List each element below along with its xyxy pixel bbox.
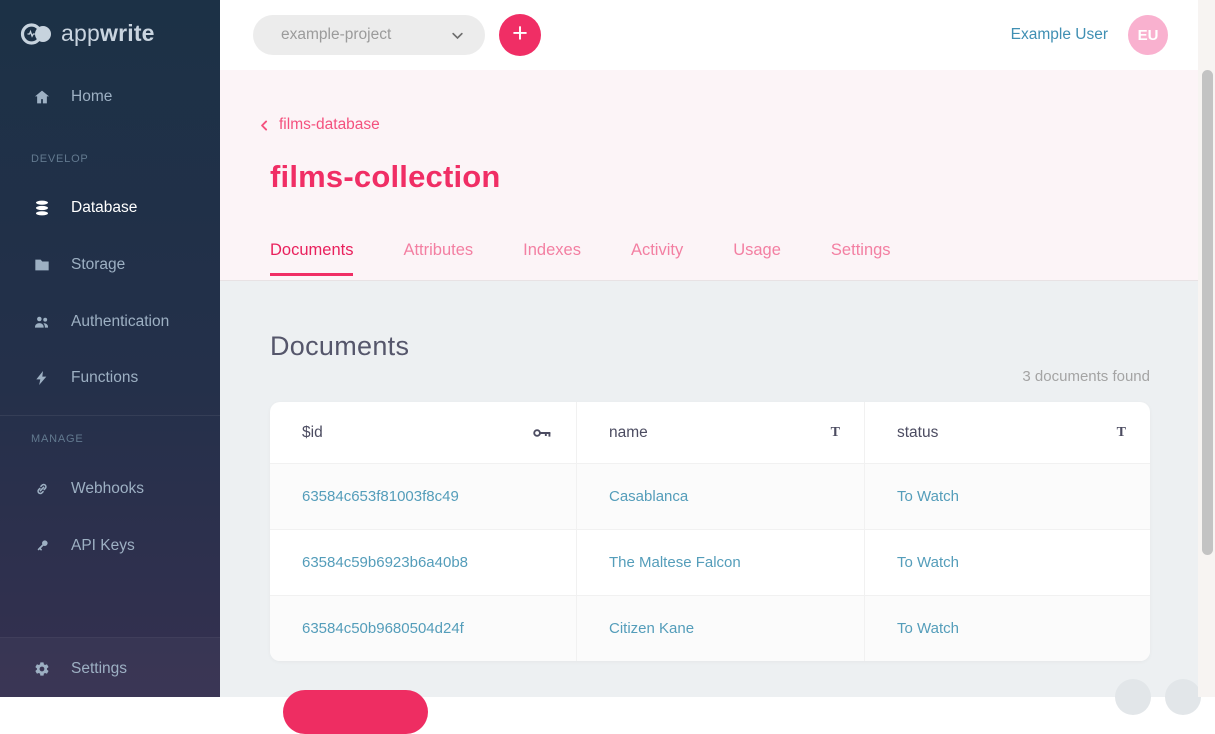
cell-status[interactable]: To Watch [864,530,1150,595]
sidebar-item-label: Functions [71,369,138,387]
section-heading: Documents [270,331,409,362]
result-count: 3 documents found [1022,368,1150,385]
sidebar-item-database[interactable]: Database [34,196,137,220]
home-icon [34,89,50,105]
sidebar-item-label: Home [71,88,112,106]
table-row[interactable]: 63584c653f81003f8c49 Casablanca To Watch [270,463,1150,529]
tab-documents[interactable]: Documents [270,242,353,276]
key-icon [34,538,50,554]
cell-document-id[interactable]: 63584c59b6923b6a40b8 [270,530,576,595]
cell-status[interactable]: To Watch [864,596,1150,661]
text-attribute-icon: T [1117,425,1126,441]
tab-indexes[interactable]: Indexes [523,242,581,276]
scrollbar-track[interactable] [1198,0,1215,697]
chevron-left-icon [258,119,271,132]
avatar-initials: EU [1138,27,1159,44]
breadcrumb-label: films-database [279,116,380,134]
sidebar-item-home[interactable]: Home [34,85,112,109]
breadcrumb[interactable]: films-database [258,116,380,134]
project-selector-value: example-project [281,26,391,44]
project-selector[interactable]: example-project [253,15,485,55]
database-icon [34,200,50,216]
table-row[interactable]: 63584c59b6923b6a40b8 The Maltese Falcon … [270,529,1150,595]
tab-attributes[interactable]: Attributes [403,242,473,276]
topbar: example-project + Example User EU [220,0,1198,70]
sidebar-item-api-keys[interactable]: API Keys [34,534,135,558]
scrollbar-thumb[interactable] [1202,70,1213,555]
tab-bar: Documents Attributes Indexes Activity Us… [270,242,891,276]
tab-settings[interactable]: Settings [831,242,891,276]
users-icon [34,314,50,330]
text-attribute-icon: T [831,425,840,441]
sidebar-item-webhooks[interactable]: Webhooks [34,477,144,501]
sidebar-section-manage: MANAGE [31,433,83,445]
folder-icon [34,257,50,273]
appwrite-logo[interactable]: appwrite [20,20,155,47]
pagination-next-button[interactable] [1165,679,1201,715]
sidebar: appwrite Home DEVELOP Database Storage A… [0,0,220,697]
key-icon [533,427,552,439]
tab-activity[interactable]: Activity [631,242,683,276]
table-header-row: $id name T status T [270,402,1150,463]
logo-wordmark: appwrite [61,20,155,47]
chevron-down-icon [450,28,465,43]
sidebar-item-label: Authentication [71,313,169,331]
collection-header: films-database films-collection Document… [220,70,1198,281]
sidebar-item-label: Database [71,199,137,217]
avatar[interactable]: EU [1128,15,1168,55]
page-title: films-collection [270,159,501,195]
user-area: Example User EU [1011,0,1168,70]
cell-name[interactable]: The Maltese Falcon [576,530,864,595]
documents-table: $id name T status T 63584c653f81003f8c49… [270,402,1150,661]
column-header-id[interactable]: $id [270,402,576,463]
appwrite-logo-icon [20,21,52,47]
link-icon [34,481,50,497]
column-header-status[interactable]: status T [864,402,1150,463]
table-row[interactable]: 63584c50b9680504d24f Citizen Kane To Wat… [270,595,1150,661]
column-header-name[interactable]: name T [576,402,864,463]
pagination-prev-button[interactable] [1115,679,1151,715]
sidebar-item-authentication[interactable]: Authentication [34,310,169,334]
documents-panel: Documents 3 documents found $id name T s… [220,281,1198,697]
plus-icon: + [512,20,528,47]
sidebar-divider [0,415,220,416]
sidebar-item-label: Webhooks [71,480,144,498]
sidebar-item-storage[interactable]: Storage [34,253,125,277]
cell-status[interactable]: To Watch [864,464,1150,529]
sidebar-item-label: Storage [71,256,125,274]
cell-document-id[interactable]: 63584c653f81003f8c49 [270,464,576,529]
tab-usage[interactable]: Usage [733,242,781,276]
cell-name[interactable]: Casablanca [576,464,864,529]
sidebar-item-functions[interactable]: Functions [34,366,138,390]
sidebar-item-label: Settings [71,660,127,678]
sidebar-item-label: API Keys [71,537,135,555]
sidebar-item-settings[interactable]: Settings [34,657,127,681]
sidebar-divider [0,637,220,638]
sidebar-section-develop: DEVELOP [31,153,89,165]
gear-icon [34,661,50,677]
user-name[interactable]: Example User [1011,26,1108,44]
create-button[interactable]: + [499,14,541,56]
cell-name[interactable]: Citizen Kane [576,596,864,661]
lightning-icon [34,370,50,386]
cell-document-id[interactable]: 63584c50b9680504d24f [270,596,576,661]
